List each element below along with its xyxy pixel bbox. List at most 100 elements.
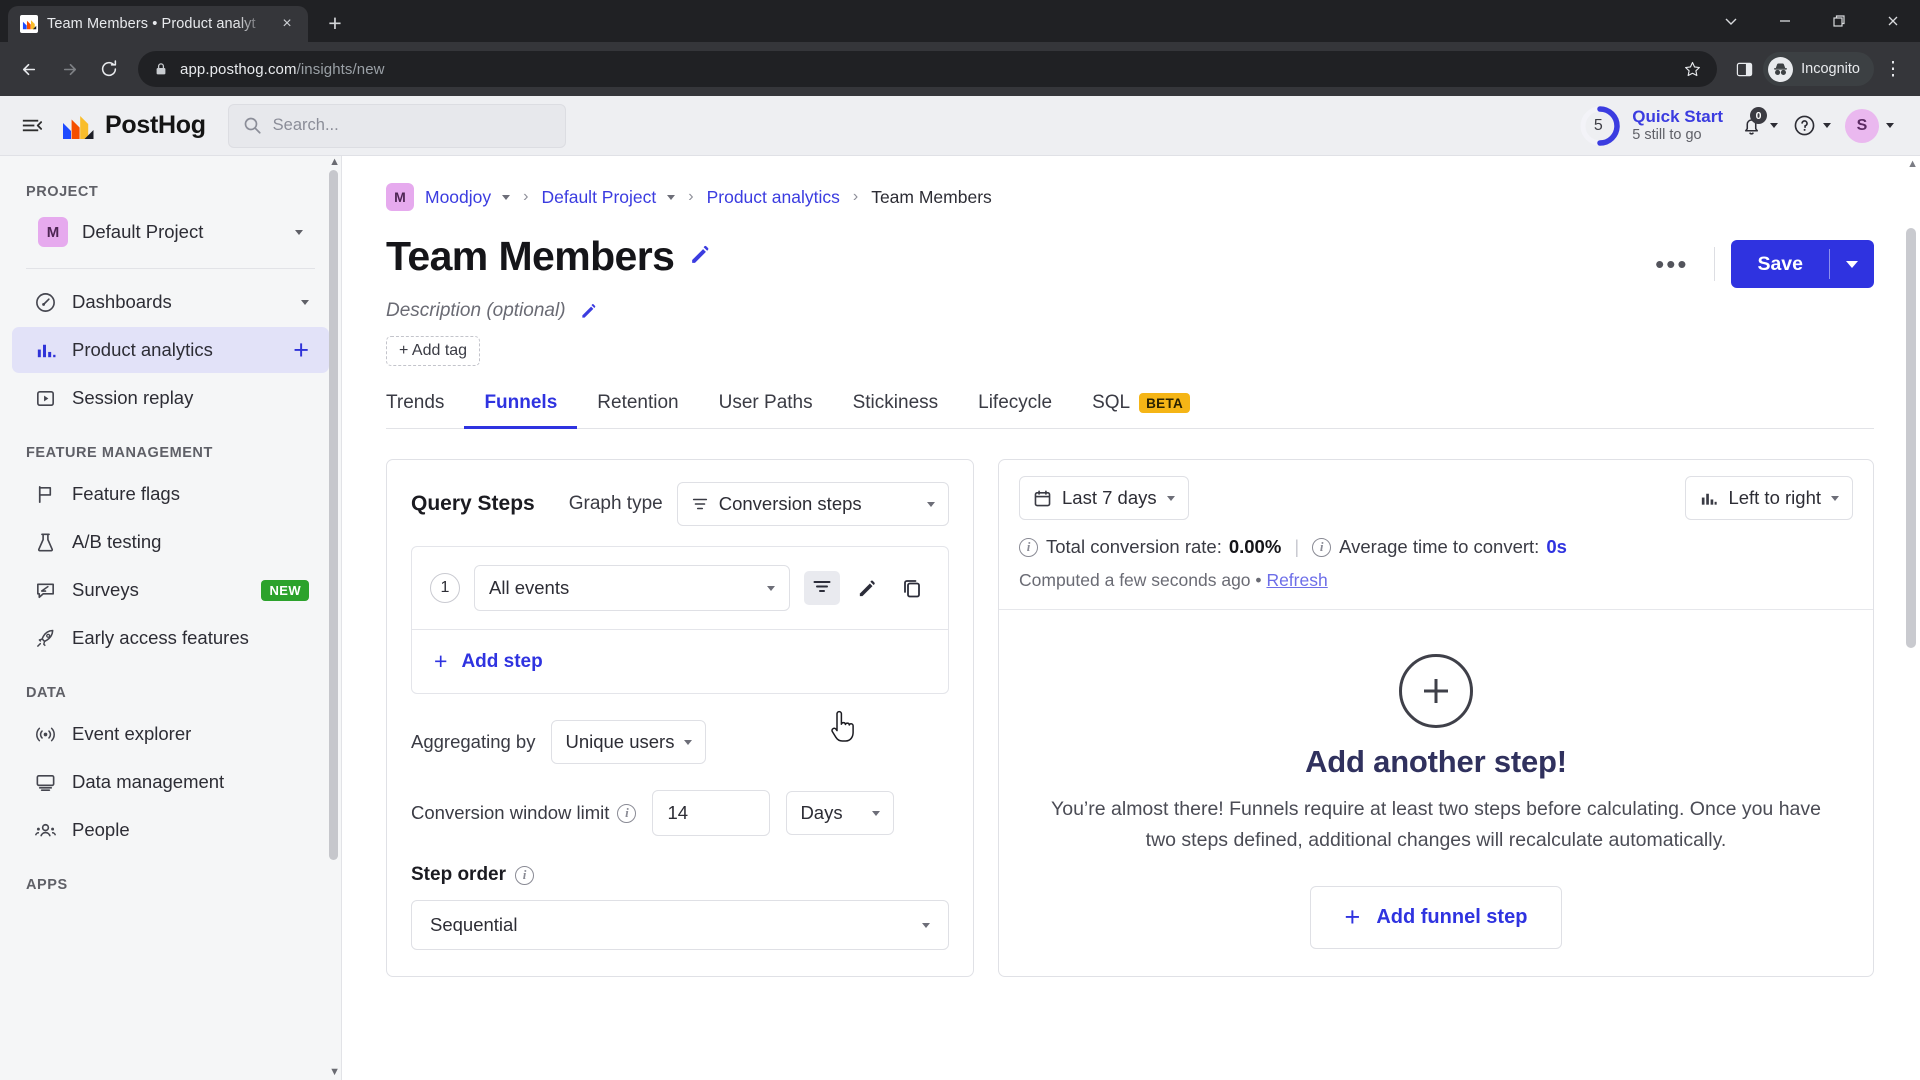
tab-stickiness[interactable]: Stickiness <box>833 392 959 428</box>
breadcrumb: M Moodjoy › Default Project › Product an… <box>386 180 1874 214</box>
step-order-select[interactable]: Sequential <box>411 900 949 950</box>
incognito-indicator[interactable]: Incognito <box>1763 52 1874 86</box>
chevron-down-icon <box>1831 495 1839 501</box>
new-tab-button[interactable]: + <box>318 6 352 40</box>
account-menu[interactable]: S <box>1841 103 1898 149</box>
breadcrumb-item-product-analytics[interactable]: Product analytics <box>707 187 840 208</box>
chevron-down-icon[interactable] <box>502 194 511 200</box>
tab-search-icon[interactable] <box>1704 0 1758 42</box>
sidebar-scrollbar[interactable] <box>329 170 338 860</box>
sidebar-item-surveys[interactable]: Surveys NEW <box>12 567 329 613</box>
step-order-value: Sequential <box>430 914 518 935</box>
sidebar-item-event-explorer[interactable]: Event explorer <box>12 711 329 757</box>
window-close-icon[interactable] <box>1866 0 1920 42</box>
save-dropdown-button[interactable] <box>1830 240 1874 288</box>
step-actions <box>804 571 930 605</box>
sidebar-item-dashboards[interactable]: Dashboards <box>12 279 329 325</box>
refresh-link[interactable]: Refresh <box>1266 570 1327 590</box>
filter-icon[interactable] <box>804 571 840 605</box>
aggregating-by-select[interactable]: Unique users <box>551 720 707 764</box>
scroll-up-arrow-icon[interactable]: ▲ <box>1907 158 1918 170</box>
conversion-window-text: Conversion window limit <box>411 802 610 823</box>
sidebar-item-label: Product analytics <box>72 339 213 360</box>
main-scrollbar[interactable] <box>1906 228 1916 648</box>
sidebar-item-session-replay[interactable]: Session replay <box>12 375 329 421</box>
add-insight-button[interactable]: + <box>293 336 309 364</box>
step-order-label-group: Step order i <box>411 864 949 886</box>
sidebar-item-people[interactable]: People <box>12 807 329 853</box>
scroll-up-arrow-icon[interactable]: ▲ <box>329 156 340 168</box>
pencil-icon[interactable] <box>849 571 885 605</box>
info-icon[interactable]: i <box>1312 537 1332 557</box>
info-icon[interactable]: i <box>515 865 535 885</box>
app-top-bar: PostHog Search... 5 Quick Start 5 still … <box>0 96 1920 156</box>
query-steps-panel: Query Steps Graph type Conversion steps <box>386 459 974 977</box>
step-number: 1 <box>430 573 460 603</box>
browser-menu-icon[interactable]: ⋮ <box>1876 52 1910 86</box>
hamburger-collapse-icon[interactable] <box>14 109 48 143</box>
conversion-window-label: Conversion window limit i <box>411 802 637 824</box>
pencil-icon[interactable] <box>688 242 713 272</box>
conversion-window-input[interactable]: 14 <box>652 790 771 836</box>
project-name: Default Project <box>82 221 204 242</box>
sidebar-item-early-access-features[interactable]: Early access features <box>12 615 329 661</box>
url-text: app.posthog.com/insights/new <box>180 60 385 78</box>
tab-lifecycle[interactable]: Lifecycle <box>958 392 1072 428</box>
add-step-button[interactable]: + Add step <box>412 630 948 693</box>
sidebar-item-data-management[interactable]: Data management <box>12 759 329 805</box>
search-input[interactable]: Search... <box>227 103 566 148</box>
step-order-label: Step order <box>411 864 507 885</box>
layout-value: Left to right <box>1728 487 1821 508</box>
computed-text: Computed a few seconds ago <box>1019 570 1251 590</box>
breadcrumb-item-project[interactable]: Default Project <box>541 187 656 208</box>
browser-tab[interactable]: Team Members • Product analyt × <box>8 6 308 42</box>
tab-trends[interactable]: Trends <box>386 392 464 428</box>
breadcrumb-item-org[interactable]: Moodjoy <box>425 187 491 208</box>
tab-sql[interactable]: SQL BETA <box>1072 392 1210 428</box>
close-icon[interactable]: × <box>276 13 298 35</box>
survey-icon <box>32 579 58 602</box>
pencil-icon[interactable] <box>579 301 599 321</box>
back-icon[interactable] <box>10 50 48 88</box>
address-bar[interactable]: app.posthog.com/insights/new <box>138 51 1718 87</box>
browser-window: Team Members • Product analyt × + app.po… <box>0 0 1920 1080</box>
save-button[interactable]: Save <box>1731 240 1829 288</box>
add-funnel-step-button[interactable]: + Add funnel step <box>1309 886 1563 950</box>
graph-type-select[interactable]: Conversion steps <box>676 482 949 526</box>
chevron-down-icon[interactable] <box>667 194 676 200</box>
step-event-select[interactable]: All events <box>474 565 790 611</box>
conversion-window-unit-select[interactable]: Days <box>786 791 895 835</box>
maximize-icon[interactable] <box>1812 0 1866 42</box>
tab-funnels[interactable]: Funnels <box>464 392 578 429</box>
brand-name: PostHog <box>105 111 206 139</box>
info-icon[interactable]: i <box>617 803 637 823</box>
description-placeholder[interactable]: Description (optional) <box>386 300 566 322</box>
sidebar-project-switcher[interactable]: M Default Project <box>12 208 329 256</box>
info-icon[interactable]: i <box>1019 537 1038 557</box>
reload-icon[interactable] <box>90 50 128 88</box>
quick-start-widget[interactable]: 5 Quick Start 5 still to go <box>1572 104 1729 148</box>
chevron-down-icon[interactable] <box>301 299 309 305</box>
add-tag-button[interactable]: + Add tag <box>386 336 481 366</box>
minimize-icon[interactable] <box>1758 0 1812 42</box>
tab-retention[interactable]: Retention <box>577 392 698 428</box>
empty-state-title: Add another step! <box>1305 744 1567 779</box>
tab-user-paths[interactable]: User Paths <box>699 392 833 428</box>
notifications-button[interactable]: 0 <box>1735 107 1782 144</box>
layout-select[interactable]: Left to right <box>1685 476 1853 520</box>
more-actions-button[interactable]: ••• <box>1645 251 1698 277</box>
sidebar-item-product-analytics[interactable]: Product analytics + <box>12 327 329 373</box>
side-panel-icon[interactable] <box>1727 52 1761 86</box>
sidebar-item-label: A/B testing <box>72 531 162 552</box>
scroll-down-arrow-icon[interactable]: ▼ <box>329 1066 340 1078</box>
date-range-select[interactable]: Last 7 days <box>1019 476 1189 520</box>
sidebar-item-ab-testing[interactable]: A/B testing <box>12 519 329 565</box>
sidebar-item-feature-flags[interactable]: Feature flags <box>12 471 329 517</box>
aggregating-by-row: Aggregating by Unique users <box>411 720 949 764</box>
status-badge: NEW <box>261 579 309 601</box>
posthog-logo[interactable]: PostHog <box>62 111 206 141</box>
bookmark-star-icon[interactable] <box>1675 52 1709 86</box>
duplicate-icon[interactable] <box>894 571 930 605</box>
beta-badge: BETA <box>1139 393 1191 413</box>
help-button[interactable] <box>1788 107 1835 144</box>
